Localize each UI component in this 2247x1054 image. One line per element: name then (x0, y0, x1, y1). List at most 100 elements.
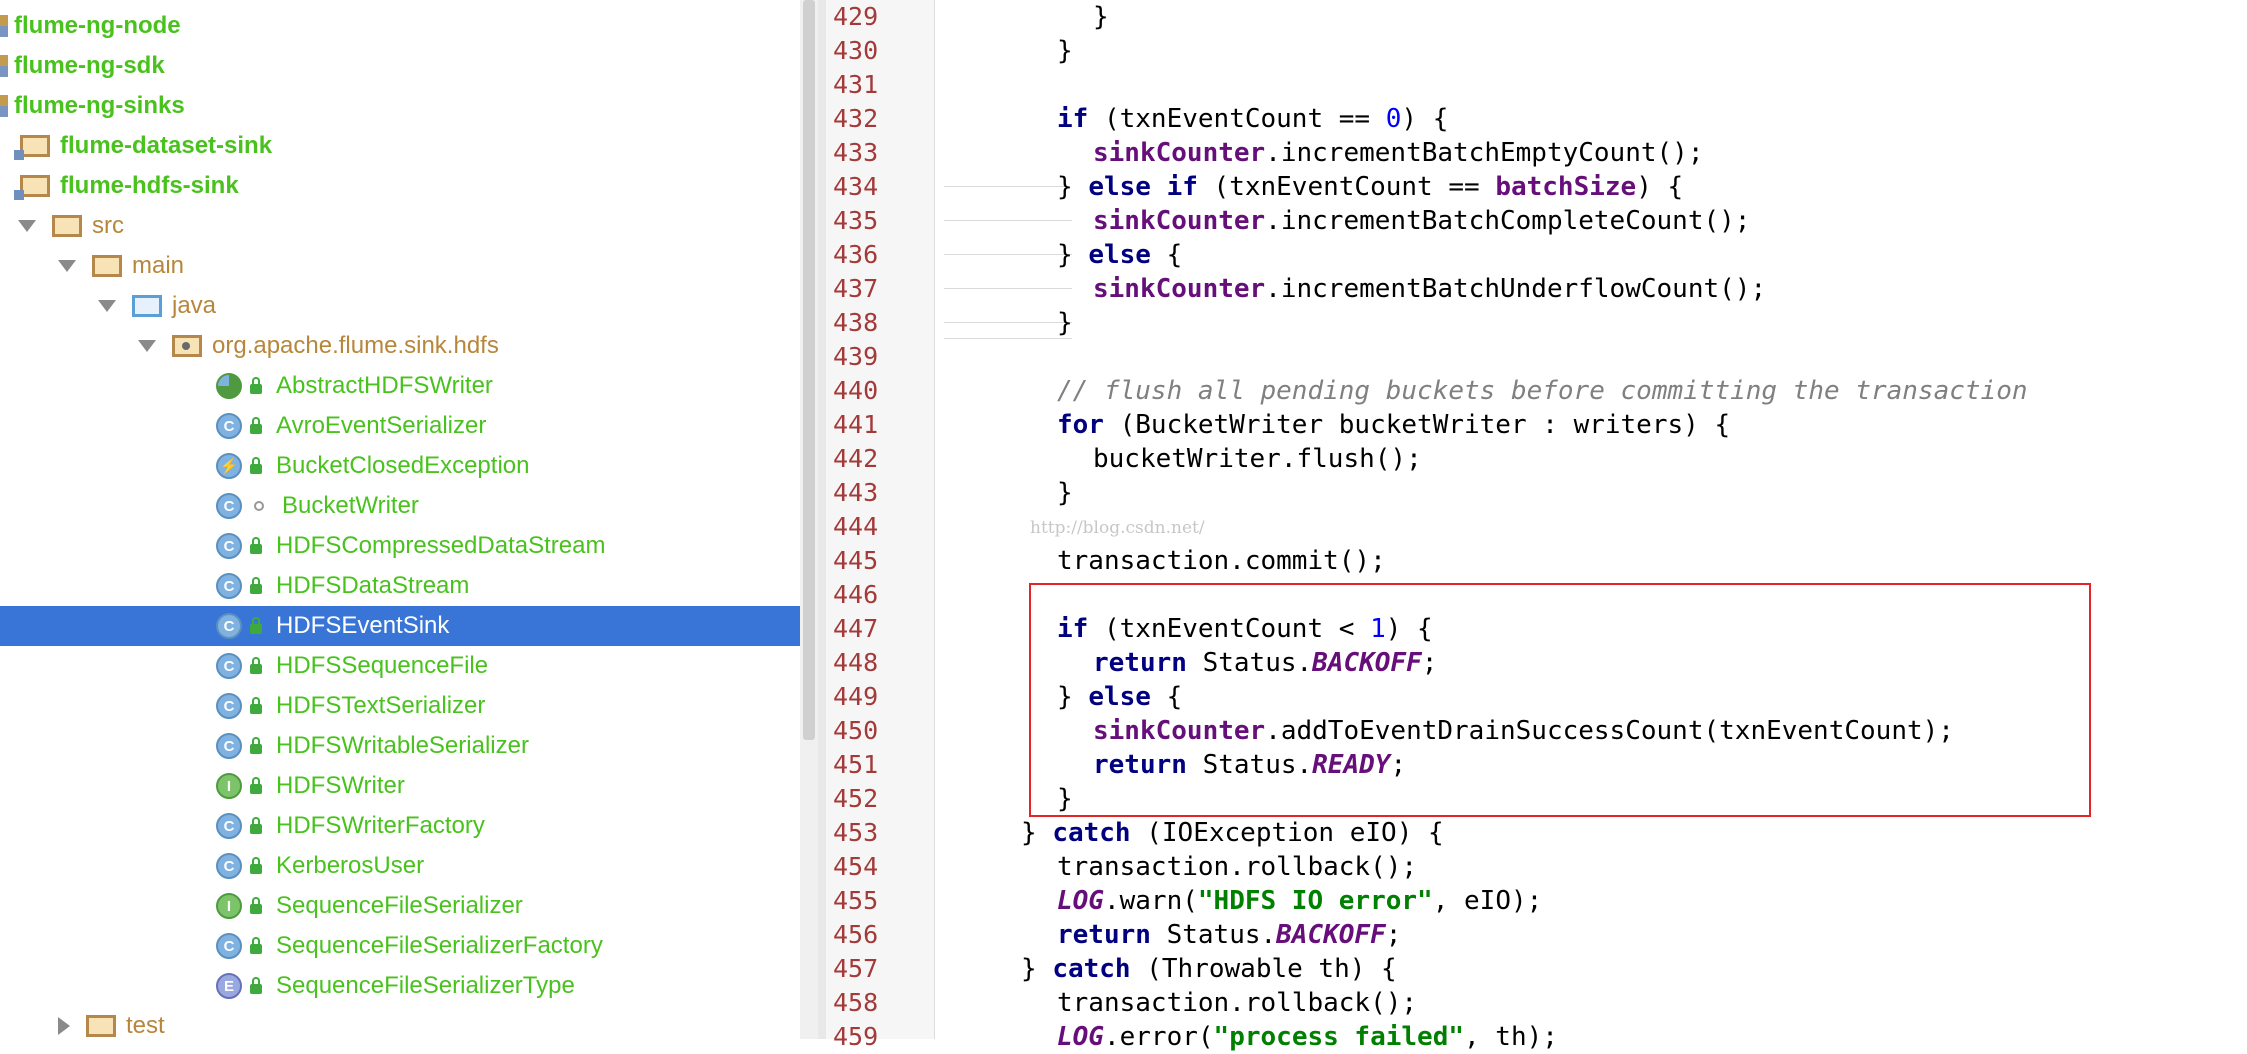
code-line-430[interactable]: } (1057, 34, 1073, 68)
line-number: 442 (833, 444, 879, 473)
tree-item-label: flume-ng-sdk (14, 52, 165, 79)
highlight-annotation-box (1029, 583, 2091, 817)
code-line-443[interactable]: } (1057, 476, 1073, 510)
tree-item-label: SequenceFileSerializerFactory (276, 932, 603, 959)
code-line-459[interactable]: LOG.error("process failed", th); (1057, 1020, 1558, 1054)
tree-scrollbar[interactable] (800, 0, 818, 1039)
tree-item-class[interactable]: C AvroEventSerializer (0, 406, 800, 446)
lock-icon (250, 977, 262, 994)
line-number: 446 (833, 580, 879, 609)
code-line-453[interactable]: } catch (IOException eIO) { (1021, 816, 1444, 850)
tree-item-enum[interactable]: E SequenceFileSerializerType (0, 966, 800, 1006)
code-line-457[interactable]: } catch (Throwable th) { (1021, 952, 1397, 986)
tree-item-class[interactable]: C HDFSCompressedDataStream (0, 526, 800, 566)
lock-icon (250, 897, 262, 914)
expand-arrow-icon[interactable] (138, 340, 156, 352)
code-line-437[interactable]: sinkCounter.incrementBatchUnderflowCount… (1093, 272, 1766, 306)
code-line-441[interactable]: for (BucketWriter bucketWriter : writers… (1057, 408, 1730, 442)
panel-divider[interactable] (818, 0, 826, 1039)
tree-item-label: flume-hdfs-sink (60, 172, 239, 199)
tree-item-label: HDFSWritableSerializer (276, 732, 529, 759)
code-line-432[interactable]: if (txnEventCount == 0) { (1057, 102, 1448, 136)
line-number: 451 (833, 750, 879, 779)
indent-guide (944, 288, 1072, 289)
code-line-434[interactable]: } else if (txnEventCount == batchSize) { (1057, 170, 1683, 204)
tree-item-class[interactable]: C KerberosUser (0, 846, 800, 886)
tree-item-flume-ng-sinks[interactable]: flume-ng-sinks (0, 86, 800, 126)
line-number: 431 (833, 70, 879, 99)
tree-item-class[interactable]: C SequenceFileSerializerFactory (0, 926, 800, 966)
tree-item-java[interactable]: java (0, 286, 800, 326)
line-number: 433 (833, 138, 879, 167)
tree-item-label: KerberosUser (276, 852, 425, 879)
code-line-456[interactable]: return Status.BACKOFF; (1057, 918, 1401, 952)
expand-arrow-icon[interactable] (58, 260, 76, 272)
line-number: 439 (833, 342, 879, 371)
line-number: 457 (833, 954, 879, 983)
exception-class-icon: ⚡ (216, 453, 242, 479)
lock-icon (250, 937, 262, 954)
collapse-arrow-icon[interactable] (58, 1017, 70, 1035)
code-line-438[interactable]: } (1057, 306, 1073, 340)
class-icon: C (216, 733, 242, 759)
line-number: 430 (833, 36, 879, 65)
code-line-435[interactable]: sinkCounter.incrementBatchCompleteCount(… (1093, 204, 1750, 238)
code-line-433[interactable]: sinkCounter.incrementBatchEmptyCount(); (1093, 136, 1703, 170)
code-line-445[interactable]: transaction.commit(); (1057, 544, 1386, 578)
tree-item-test[interactable]: test (0, 1006, 800, 1039)
tree-item-flume-dataset-sink[interactable]: flume-dataset-sink (0, 126, 800, 166)
tree-item-label: java (172, 292, 217, 319)
code-line-455[interactable]: LOG.warn("HDFS IO error", eIO); (1057, 884, 1542, 918)
expand-arrow-icon[interactable] (18, 220, 36, 232)
tree-item-label: flume-ng-node (14, 12, 181, 39)
lock-icon (250, 377, 262, 394)
tree-item-class[interactable]: AbstractHDFSWriter (0, 366, 800, 406)
module-icon (0, 95, 8, 117)
package-icon (172, 335, 202, 357)
tree-item-class[interactable]: ⚡ BucketClosedException (0, 446, 800, 486)
expand-arrow-icon[interactable] (98, 300, 116, 312)
tree-item-class[interactable]: C HDFSTextSerializer (0, 686, 800, 726)
module-folder-icon (14, 135, 50, 160)
tree-item-flume-hdfs-sink[interactable]: flume-hdfs-sink (0, 166, 800, 206)
line-number: 434 (833, 172, 879, 201)
code-line-440-comment[interactable]: // flush all pending buckets before comm… (1057, 374, 2028, 408)
line-number: 445 (833, 546, 879, 575)
tree-item-interface[interactable]: I HDFSWriter (0, 766, 800, 806)
tree-item-src[interactable]: src (0, 206, 800, 246)
tree-item-class[interactable]: C HDFSSequenceFile (0, 646, 800, 686)
tree-item-package[interactable]: org.apache.flume.sink.hdfs (0, 326, 800, 366)
code-line-436[interactable]: } else { (1057, 238, 1182, 272)
lock-icon (250, 737, 262, 754)
lock-icon (250, 617, 262, 634)
tree-item-class[interactable]: C HDFSDataStream (0, 566, 800, 606)
class-icon: C (216, 493, 242, 519)
class-icon: C (216, 533, 242, 559)
class-icon: C (216, 693, 242, 719)
tree-item-class[interactable]: C HDFSWritableSerializer (0, 726, 800, 766)
class-icon: C (216, 853, 242, 879)
tree-item-class-selected[interactable]: C HDFSEventSink (0, 606, 800, 646)
tree-item-main[interactable]: main (0, 246, 800, 286)
line-number: 449 (833, 682, 879, 711)
line-number: 447 (833, 614, 879, 643)
tree-item-class[interactable]: C BucketWriter (0, 486, 800, 526)
line-number: 456 (833, 920, 879, 949)
tree-item-class[interactable]: C HDFSWriterFactory (0, 806, 800, 846)
folder-icon (52, 215, 82, 237)
code-line-442[interactable]: bucketWriter.flush(); (1093, 442, 1422, 476)
tree-item-flume-ng-sdk[interactable]: flume-ng-sdk (0, 46, 800, 86)
lock-icon (250, 577, 262, 594)
tree-item-label: src (92, 212, 124, 239)
scrollbar-thumb[interactable] (803, 0, 815, 740)
line-number: 436 (833, 240, 879, 269)
tree-item-flume-ng-node[interactable]: flume-ng-node (0, 6, 800, 46)
code-line-429[interactable]: } (1093, 0, 1109, 34)
code-line-454[interactable]: transaction.rollback(); (1057, 850, 1417, 884)
tree-item-label: org.apache.flume.sink.hdfs (212, 332, 499, 359)
code-line-458[interactable]: transaction.rollback(); (1057, 986, 1417, 1020)
interface-icon: I (216, 773, 242, 799)
tree-item-label: HDFSWriter (276, 772, 405, 799)
tree-item-label: BucketClosedException (276, 452, 530, 479)
tree-item-interface[interactable]: I SequenceFileSerializer (0, 886, 800, 926)
